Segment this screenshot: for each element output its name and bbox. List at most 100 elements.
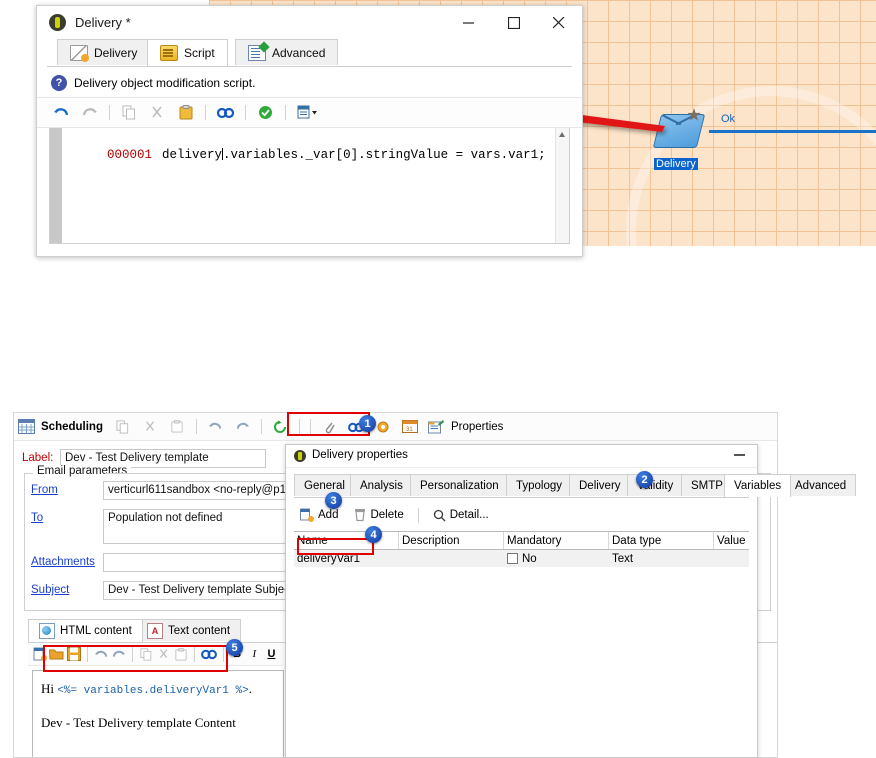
properties-label[interactable]: Properties bbox=[451, 421, 503, 433]
label-field-label: Label: bbox=[22, 452, 54, 464]
validate-icon[interactable] bbox=[253, 102, 278, 123]
undo-icon[interactable] bbox=[49, 102, 74, 123]
column-header-description[interactable]: Description bbox=[399, 532, 504, 549]
detail-button[interactable]: Detail... bbox=[427, 509, 495, 522]
undo-icon[interactable] bbox=[203, 416, 228, 437]
tab-advanced-label: Advanced bbox=[795, 479, 847, 492]
calendar-icon[interactable]: 31 bbox=[398, 416, 423, 437]
minimize-button[interactable] bbox=[734, 454, 745, 456]
tab-delivery-label: Delivery bbox=[579, 479, 621, 492]
column-header-data-type[interactable]: Data type bbox=[609, 532, 714, 549]
attachments-label[interactable]: Attachments bbox=[31, 553, 103, 568]
editor-gutter bbox=[50, 128, 62, 243]
window-titlebar[interactable]: Delivery * bbox=[37, 6, 582, 39]
mandatory-checkbox[interactable] bbox=[507, 553, 518, 564]
delete-variable-label: Delete bbox=[370, 509, 404, 521]
find-icon[interactable] bbox=[213, 102, 238, 123]
tab-analysis[interactable]: Analysis bbox=[350, 474, 413, 496]
properties-icon[interactable] bbox=[425, 416, 447, 437]
paste-icon bbox=[173, 644, 188, 665]
attachments-input[interactable] bbox=[103, 553, 298, 572]
email-parameters-legend: Email parameters bbox=[33, 465, 132, 477]
paste-icon[interactable] bbox=[173, 102, 198, 123]
table-row[interactable]: deliveryVar1 No Text bbox=[294, 550, 749, 567]
find-icon[interactable] bbox=[201, 644, 217, 665]
maximize-button[interactable] bbox=[492, 6, 537, 37]
subject-label[interactable]: Subject bbox=[31, 581, 103, 596]
outgoing-link[interactable] bbox=[709, 130, 876, 133]
toolbar-separator bbox=[87, 646, 89, 662]
open-folder-icon[interactable] bbox=[49, 644, 64, 665]
tab-delivery[interactable]: Delivery bbox=[569, 474, 631, 496]
close-button[interactable] bbox=[537, 6, 582, 37]
cell-description bbox=[399, 550, 504, 567]
from-input[interactable]: verticurl611sandbox <no-reply@p140.neola… bbox=[103, 481, 298, 500]
variables-table[interactable]: Name Description Mandatory Data type Val… bbox=[294, 531, 749, 567]
column-header-mandatory[interactable]: Mandatory bbox=[504, 532, 609, 549]
scheduling-icon[interactable] bbox=[18, 419, 35, 434]
refresh-icon[interactable] bbox=[268, 416, 293, 437]
tab-personalization[interactable]: Personalization bbox=[410, 474, 509, 496]
scroll-icon bbox=[160, 45, 178, 61]
dialog-titlebar[interactable]: Delivery properties bbox=[286, 445, 757, 468]
delivery-properties-dialog[interactable]: Delivery properties General Analysis Per… bbox=[285, 444, 857, 758]
editor-code[interactable]: 000001 delivery.variables._var[0].stringV… bbox=[62, 128, 569, 243]
tab-html-content[interactable]: HTML content bbox=[28, 619, 143, 642]
html-content-body[interactable]: Hi <%= variables.deliveryVar1 %>. Dev - … bbox=[32, 670, 284, 757]
italic-icon[interactable]: I bbox=[247, 644, 262, 665]
to-label[interactable]: To bbox=[31, 509, 103, 524]
dialog-title: Delivery properties bbox=[312, 449, 408, 461]
window-tabstrip: Delivery Script Advanced bbox=[47, 39, 572, 67]
tab-advanced-label: Advanced bbox=[272, 45, 326, 60]
step-badge-3: 3 bbox=[325, 492, 342, 509]
minimize-button[interactable] bbox=[447, 6, 492, 37]
greeting-prefix: Hi bbox=[41, 681, 54, 696]
code-text-before-caret: delivery bbox=[162, 148, 223, 162]
paste-icon bbox=[165, 416, 190, 437]
tab-advanced[interactable]: Advanced bbox=[785, 474, 857, 496]
document-pencil-icon bbox=[248, 44, 266, 61]
from-label[interactable]: From bbox=[31, 481, 103, 496]
variables-toolbar[interactable]: Add Delete Detail... bbox=[294, 503, 749, 527]
scroll-up-icon[interactable] bbox=[559, 132, 565, 137]
tab-typology-label: Typology bbox=[516, 479, 563, 492]
script-toolbar[interactable] bbox=[37, 97, 582, 128]
step-badge-1: 1 bbox=[359, 415, 376, 432]
svg-text:31: 31 bbox=[406, 427, 413, 433]
script-editor[interactable]: 000001 delivery.variables._var[0].stringV… bbox=[49, 128, 570, 244]
to-input[interactable]: Population not defined bbox=[103, 509, 298, 544]
cut-icon bbox=[138, 416, 163, 437]
add-variable-button[interactable]: Add bbox=[294, 508, 344, 522]
editor-scrollbar[interactable] bbox=[555, 128, 569, 243]
toolbar-separator bbox=[132, 646, 133, 662]
tab-delivery[interactable]: Delivery bbox=[57, 39, 151, 65]
delivery-editor-toolbar[interactable]: Scheduling 31 Properties bbox=[14, 413, 777, 441]
tab-advanced[interactable]: Advanced bbox=[235, 39, 339, 65]
redo-icon[interactable] bbox=[111, 644, 126, 665]
column-header-name[interactable]: Name bbox=[294, 532, 399, 549]
delivery-script-window[interactable]: Delivery * Delivery Script Advanced ? De… bbox=[36, 5, 583, 257]
scheduling-label[interactable]: Scheduling bbox=[41, 421, 103, 433]
underline-icon[interactable]: U bbox=[264, 644, 279, 665]
tab-general[interactable]: General bbox=[294, 474, 355, 496]
content-toolbar[interactable]: B I U bbox=[28, 643, 283, 666]
tab-script[interactable]: Script bbox=[147, 39, 228, 66]
tab-variables[interactable]: Variables bbox=[724, 474, 792, 497]
delete-variable-button[interactable]: Delete bbox=[348, 508, 409, 522]
tab-text-content[interactable]: A Text content bbox=[136, 619, 242, 641]
tab-typology[interactable]: Typology bbox=[506, 474, 573, 496]
column-header-value[interactable]: Value bbox=[714, 532, 749, 549]
save-icon[interactable] bbox=[66, 644, 81, 665]
toolbar-separator bbox=[285, 105, 286, 120]
new-page-icon[interactable] bbox=[32, 644, 47, 665]
content-paragraph: Dev - Test Delivery template Content bbox=[41, 715, 236, 730]
undo-icon[interactable] bbox=[94, 644, 109, 665]
insert-field-icon[interactable] bbox=[293, 102, 323, 123]
toolbar-separator bbox=[245, 105, 246, 120]
attachment-icon[interactable] bbox=[317, 416, 342, 437]
subject-input[interactable]: Dev - Test Delivery template Subject bbox=[103, 581, 298, 600]
detail-label: Detail... bbox=[449, 509, 489, 521]
workflow-node-delivery[interactable] bbox=[652, 108, 706, 150]
tab-analysis-label: Analysis bbox=[360, 479, 403, 492]
redo-icon[interactable] bbox=[230, 416, 255, 437]
